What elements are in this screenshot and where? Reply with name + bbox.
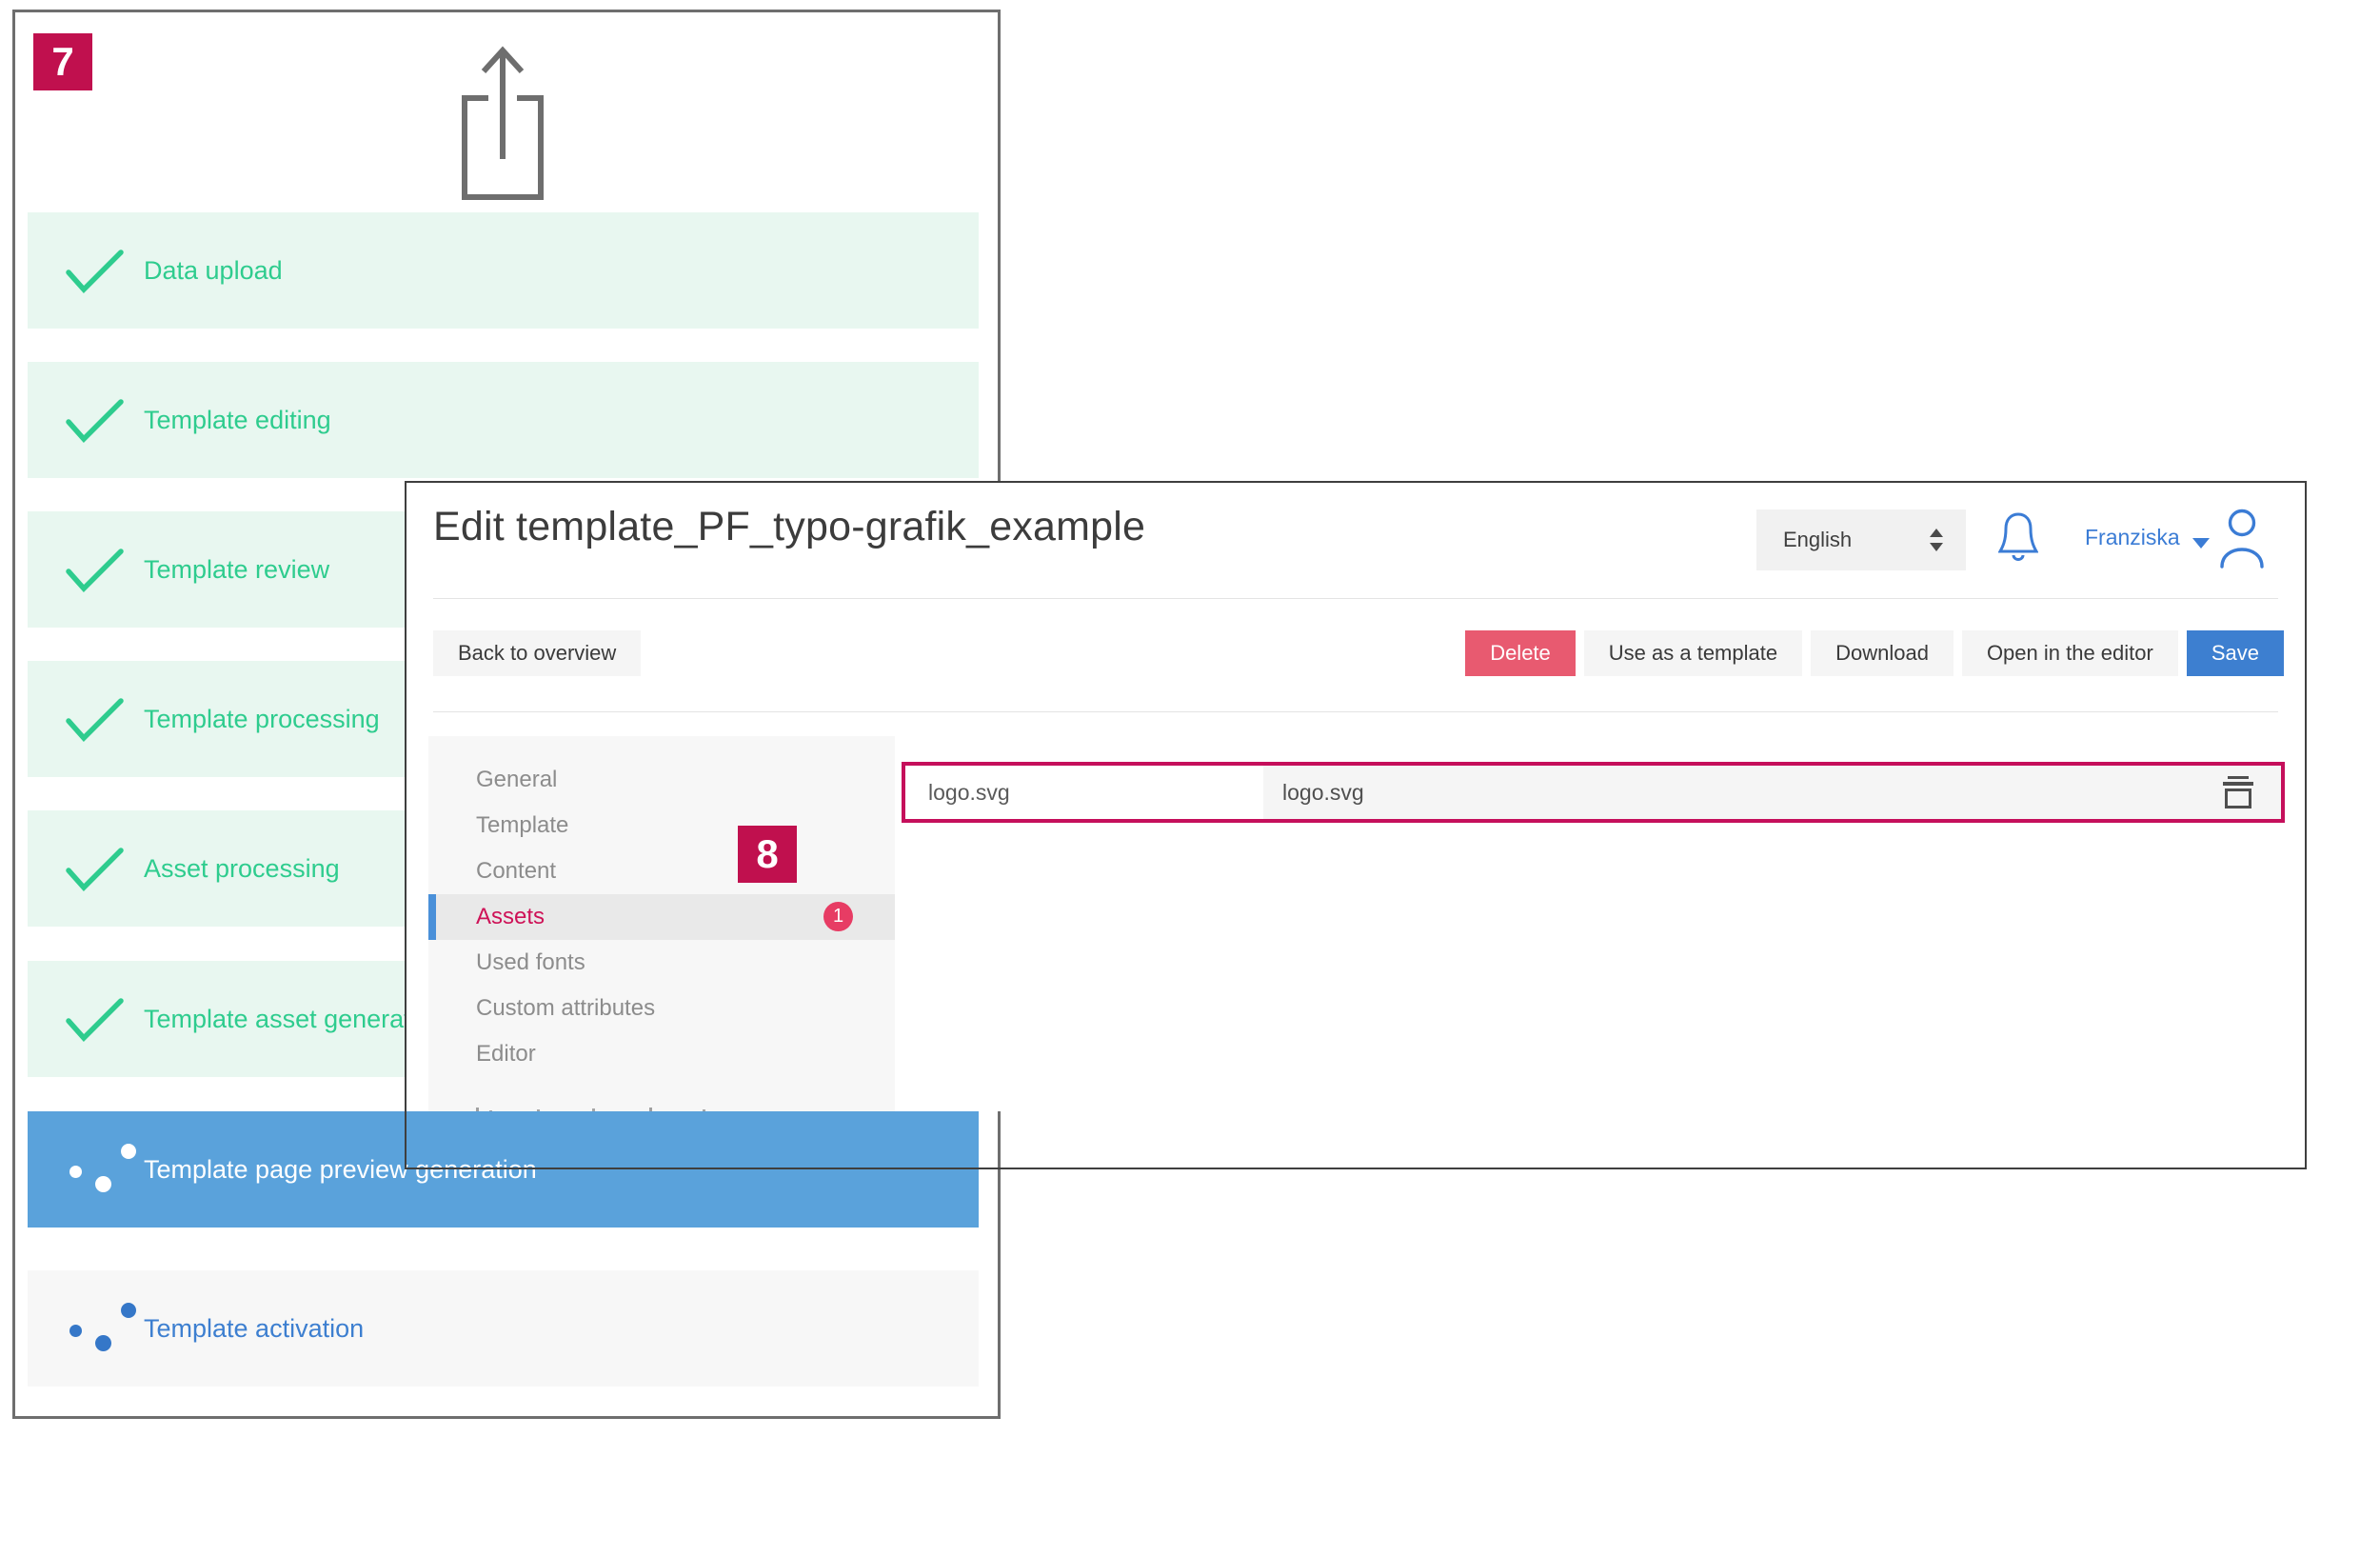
step-label: Template page preview generation	[144, 1111, 537, 1228]
upload-icon	[453, 37, 552, 205]
back-to-overview-button[interactable]: Back to overview	[433, 630, 641, 676]
use-as-template-button[interactable]: Use as a template	[1584, 630, 1802, 676]
page-title: Edit template_PF_typo-grafik_example	[433, 504, 1145, 550]
check-icon	[64, 697, 132, 743]
edit-template-dialog: Edit template_PF_typo-grafik_example Eng…	[405, 481, 2307, 1169]
step-label: Template editing	[144, 362, 331, 478]
active-item-bar	[428, 894, 436, 940]
user-name[interactable]: Franziska	[2085, 525, 2180, 550]
callout-badge-8: 8	[738, 826, 797, 883]
sidebar-item-template[interactable]: Template	[428, 803, 895, 848]
archive-icon[interactable]	[2220, 776, 2256, 808]
sidebar-item-assets[interactable]: Assets 1	[428, 894, 895, 940]
assets-count-badge: 1	[823, 902, 853, 931]
callout-badge-7: 7	[33, 33, 92, 90]
toolbar-buttons: Delete Use as a template Download Open i…	[1465, 630, 2284, 676]
sidebar-item-label: Assets	[476, 904, 545, 929]
save-button[interactable]: Save	[2187, 630, 2284, 676]
sidebar-item-editor[interactable]: Editor	[428, 1031, 895, 1077]
step-label: Template asset generation	[144, 961, 446, 1077]
status-step-active: Template page preview generation	[28, 1111, 979, 1228]
step-label: Asset processing	[144, 810, 340, 927]
status-step: Template activation	[28, 1270, 979, 1387]
check-icon	[64, 997, 132, 1043]
delete-button[interactable]: Delete	[1465, 630, 1576, 676]
step-label: Template activation	[144, 1270, 364, 1387]
sidebar-item-content[interactable]: Content	[428, 848, 895, 894]
language-select[interactable]: English	[1756, 509, 1966, 570]
sidebar-item-general[interactable]: General	[428, 757, 895, 803]
sort-arrows-icon	[1930, 527, 1943, 553]
sidebar-item-custom-attributes[interactable]: Custom attributes	[428, 986, 895, 1031]
loading-dots-icon	[56, 1270, 151, 1387]
status-step: Data upload	[28, 212, 979, 329]
check-icon	[64, 548, 132, 593]
step-label: Template processing	[144, 661, 380, 777]
check-icon	[64, 847, 132, 892]
step-label: Template review	[144, 511, 329, 628]
check-icon	[64, 398, 132, 444]
sidebar-item-used-fonts[interactable]: Used fonts	[428, 940, 895, 986]
language-select-value: English	[1783, 528, 1852, 552]
active-step-overlay-band: Template page preview generation	[15, 1111, 1001, 1228]
step-label: Data upload	[144, 212, 283, 329]
caret-down-icon[interactable]	[2192, 538, 2210, 549]
toolbar-divider	[433, 711, 2278, 712]
asset-name-input[interactable]	[905, 766, 1263, 819]
screenshot-canvas: { "callouts": { "step_7": "7", "step_8":…	[0, 0, 2380, 1557]
loading-dots-icon	[56, 1111, 151, 1228]
header-divider	[433, 598, 2278, 599]
asset-file-name: logo.svg	[1282, 780, 1364, 806]
download-button[interactable]: Download	[1811, 630, 1954, 676]
bell-icon[interactable]	[1998, 511, 2038, 565]
asset-row: logo.svg	[902, 762, 2285, 823]
open-in-editor-button[interactable]: Open in the editor	[1962, 630, 2178, 676]
check-icon	[64, 249, 132, 294]
dialog-sidebar: General Template Content Assets 1 Used f…	[428, 736, 895, 1119]
person-icon[interactable]	[2217, 508, 2267, 569]
status-step: Template editing	[28, 362, 979, 478]
